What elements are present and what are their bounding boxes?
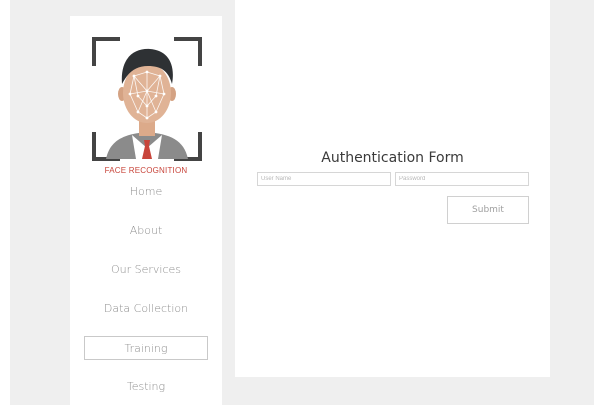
face-recognition-logo — [92, 36, 202, 162]
right-edge — [550, 0, 594, 405]
form-title: Authentication Form — [321, 150, 464, 166]
sidebar: FACE RECOGNITION Home About Our Services… — [70, 16, 222, 405]
sidebar-item-testing[interactable]: Testing — [84, 375, 208, 399]
password-input[interactable] — [395, 172, 529, 186]
brand-label: FACE RECOGNITION — [104, 166, 188, 175]
left-edge — [0, 0, 10, 405]
sidebar-item-data-collection[interactable]: Data Collection — [84, 297, 208, 321]
submit-button[interactable]: Submit — [447, 196, 529, 224]
sidebar-item-training[interactable]: Training — [84, 336, 208, 360]
username-input[interactable] — [257, 172, 391, 186]
sidebar-item-about[interactable]: About — [84, 219, 208, 243]
sidebar-item-our-services[interactable]: Our Services — [84, 258, 208, 282]
sidebar-item-home[interactable]: Home — [84, 180, 208, 204]
main-panel: Authentication Form Submit — [235, 0, 550, 377]
